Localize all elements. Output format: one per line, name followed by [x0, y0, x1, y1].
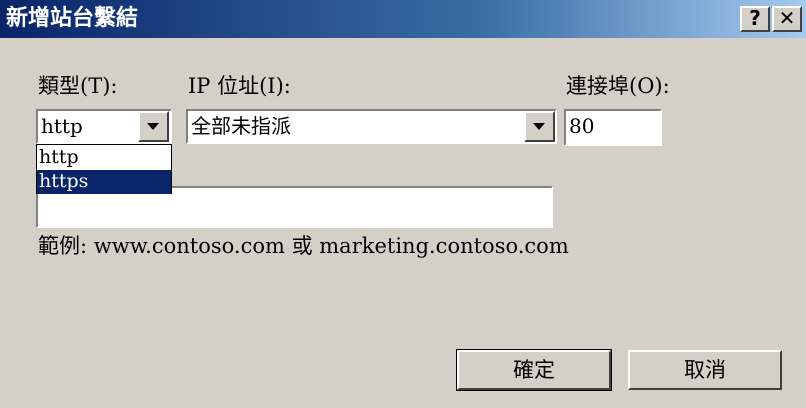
type-label: 類型(T): — [38, 74, 118, 98]
port-value: 80 — [569, 114, 595, 138]
type-option-https[interactable]: https — [37, 170, 171, 194]
help-button[interactable]: ? — [740, 6, 770, 32]
type-select[interactable]: http — [36, 109, 172, 144]
type-dropdown-list: http https — [36, 144, 172, 194]
cancel-button[interactable]: 取消 — [628, 350, 782, 390]
close-button[interactable]: ✕ — [772, 6, 802, 32]
port-label: 連接埠(O): — [566, 74, 670, 98]
type-option-http[interactable]: http — [37, 146, 171, 170]
ok-button[interactable]: 確定 — [456, 349, 612, 391]
title-bar[interactable]: 新增站台繫結 ? ✕ — [0, 0, 806, 38]
ip-address-label: IP 位址(I): — [188, 74, 291, 98]
ip-address-select[interactable]: 全部未指派 — [186, 109, 557, 144]
chevron-down-icon — [533, 123, 545, 130]
chevron-down-icon — [147, 123, 159, 130]
close-icon: ✕ — [778, 6, 796, 30]
example-text: 範例: www.contoso.com 或 marketing.contoso.… — [38, 234, 569, 258]
port-input[interactable]: 80 — [564, 109, 662, 146]
ip-address-value: 全部未指派 — [191, 114, 291, 138]
dialog-title: 新增站台繫結 — [6, 6, 139, 31]
ip-dropdown-button[interactable] — [524, 111, 555, 142]
type-dropdown-button[interactable] — [138, 111, 169, 142]
help-icon: ? — [749, 6, 761, 30]
add-site-binding-dialog: 新增站台繫結 ? ✕ 類型(T): http IP 位址(I): 全部未指派 連… — [0, 0, 806, 408]
type-select-value: http — [41, 114, 83, 138]
